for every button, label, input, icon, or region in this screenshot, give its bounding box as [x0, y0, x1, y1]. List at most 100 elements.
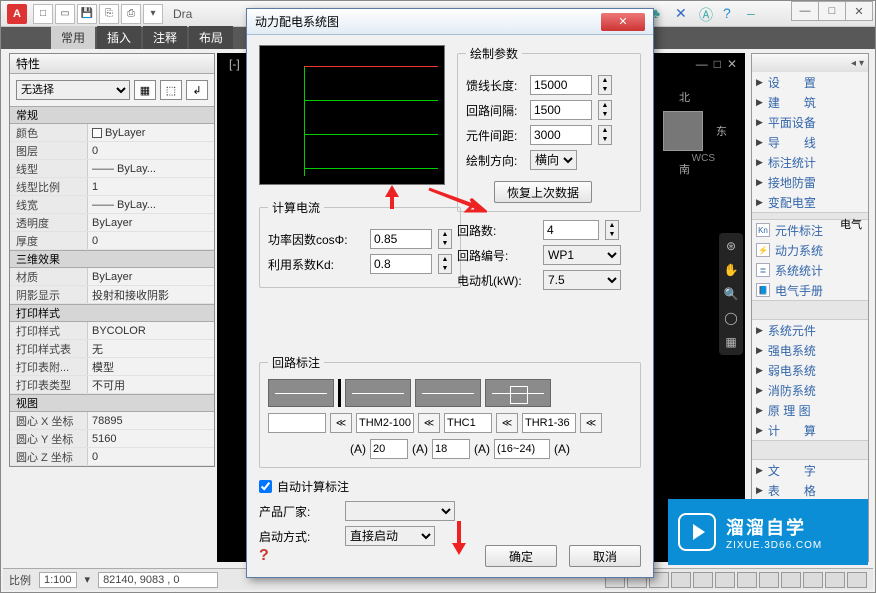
prev-button[interactable]: ≪: [330, 413, 352, 433]
pan-icon[interactable]: ✋: [722, 261, 740, 279]
qat-open-icon[interactable]: ▭: [55, 4, 75, 24]
minimize-help-icon[interactable]: –: [747, 5, 765, 23]
spinner-icon[interactable]: ▲▼: [598, 75, 612, 95]
section-3d[interactable]: 三维效果: [10, 250, 214, 268]
tool-item[interactable]: ▶强电系统: [752, 340, 868, 360]
qat-saveas-icon[interactable]: ⎘: [99, 4, 119, 24]
sc-toggle[interactable]: [803, 572, 823, 588]
misc-toggle[interactable]: [847, 572, 867, 588]
loop-gap-input[interactable]: [530, 100, 592, 120]
ok-button[interactable]: 确定: [485, 545, 557, 567]
maximize-button[interactable]: □: [818, 1, 846, 21]
section-view[interactable]: 视图: [10, 394, 214, 412]
symbol-relay-icon[interactable]: [485, 379, 551, 407]
tool-item[interactable]: ⚡动力系统: [752, 240, 868, 260]
prev-button[interactable]: ≪: [496, 413, 518, 433]
prop-pstyletbl-value[interactable]: 无: [88, 340, 214, 357]
qat-save-icon[interactable]: 💾: [77, 4, 97, 24]
loop-count-input[interactable]: [543, 220, 599, 240]
prop-material-value[interactable]: ByLayer: [88, 268, 214, 285]
chevron-down-icon[interactable]: ▾: [85, 573, 91, 586]
dialog-help-icon[interactable]: ?: [259, 547, 269, 565]
draw-dir-select[interactable]: 横向: [530, 150, 577, 170]
dyn-toggle[interactable]: [737, 572, 757, 588]
tool-item[interactable]: ▶系统元件: [752, 320, 868, 340]
help-icon[interactable]: ?: [723, 5, 741, 23]
spinner-icon[interactable]: ▲▼: [598, 100, 612, 120]
feeder-len-input[interactable]: [530, 75, 592, 95]
prop-pstyleatt-value[interactable]: 模型: [88, 358, 214, 375]
wheel-icon[interactable]: ⊛: [722, 237, 740, 255]
tool-item[interactable]: ▶计 算: [752, 420, 868, 440]
prop-cx-value[interactable]: 78895: [88, 412, 214, 429]
osnap-toggle[interactable]: [693, 572, 713, 588]
prop-trans-value[interactable]: ByLayer: [88, 214, 214, 231]
tool-item[interactable]: ▶建 筑: [752, 92, 868, 112]
tool-group-label[interactable]: 电气: [752, 212, 868, 220]
tool-item[interactable]: ▶消防系统: [752, 380, 868, 400]
tool-item[interactable]: Kn元件标注: [752, 220, 840, 240]
annot-field-1[interactable]: [268, 413, 326, 433]
tool-item[interactable]: ▶接地防雷: [752, 172, 868, 192]
cancel-button[interactable]: 取消: [569, 545, 641, 567]
prev-button[interactable]: ≪: [418, 413, 440, 433]
viewcube-south[interactable]: 南: [679, 161, 690, 177]
pickadd-icon[interactable]: ↲: [186, 80, 208, 100]
prop-shadow-value[interactable]: 投射和接收阴影: [88, 286, 214, 303]
annot-field-2[interactable]: [356, 413, 414, 433]
tool-item[interactable]: ≣系统统计: [752, 260, 868, 280]
orbit-icon[interactable]: ◯: [722, 309, 740, 327]
annot-amp-2[interactable]: [432, 439, 470, 459]
otrack-toggle[interactable]: [715, 572, 735, 588]
kd-input[interactable]: [370, 254, 432, 274]
symbol-isolator-icon[interactable]: [268, 379, 334, 407]
viewcube-north[interactable]: 北: [679, 89, 690, 105]
qp-toggle[interactable]: [781, 572, 801, 588]
spinner-icon[interactable]: ▲▼: [598, 125, 612, 145]
prop-linetype-value[interactable]: —— ByLay...: [88, 160, 214, 177]
exchange-icon[interactable]: ✕: [675, 5, 693, 23]
prop-cz-value[interactable]: 0: [88, 448, 214, 465]
annot-amp-3[interactable]: [494, 439, 550, 459]
tool-item[interactable]: ▶标注统计: [752, 152, 868, 172]
scale-value[interactable]: 1:100: [39, 572, 77, 588]
elem-gap-input[interactable]: [530, 125, 592, 145]
tab-common[interactable]: 常用: [51, 26, 95, 49]
selection-combo[interactable]: 无选择: [16, 80, 130, 100]
tool-item[interactable]: ▶平面设备: [752, 112, 868, 132]
select-icon[interactable]: ⬚: [160, 80, 182, 100]
pf-input[interactable]: [370, 229, 432, 249]
prop-cy-value[interactable]: 5160: [88, 430, 214, 447]
viewcube-east[interactable]: 东: [716, 123, 727, 139]
dialog-close-button[interactable]: ✕: [601, 13, 645, 31]
loop-no-select[interactable]: WP1: [543, 245, 621, 265]
doc-max-icon[interactable]: □: [714, 57, 721, 71]
tool-item[interactable]: ▶原 理 图: [752, 400, 868, 420]
doc-close-icon[interactable]: ✕: [727, 57, 737, 71]
minimize-button[interactable]: —: [791, 1, 819, 21]
qat-new-icon[interactable]: □: [33, 4, 53, 24]
prop-ltscale-value[interactable]: 1: [88, 178, 214, 195]
tool-item[interactable]: ▶导 线: [752, 132, 868, 152]
app-logo[interactable]: A: [7, 4, 27, 24]
restore-button[interactable]: 恢复上次数据: [494, 181, 592, 203]
prop-pstyletype-value[interactable]: 不可用: [88, 376, 214, 393]
palette-hide-icon[interactable]: ◂: [851, 58, 856, 69]
annot-amp-1[interactable]: [370, 439, 408, 459]
autodesk-icon[interactable]: Ⓐ: [699, 5, 717, 23]
viewport-label[interactable]: [-]: [229, 57, 240, 71]
spinner-icon[interactable]: ▲▼: [605, 220, 619, 240]
tool-item[interactable]: ▶变配电室: [752, 192, 868, 212]
showmotion-icon[interactable]: ▦: [722, 333, 740, 351]
tool-item[interactable]: ▶文 字: [752, 460, 868, 480]
symbol-contactor-icon[interactable]: [415, 379, 481, 407]
tab-annotate[interactable]: 注释: [143, 26, 187, 49]
prop-pstyle-value[interactable]: BYCOLOR: [88, 322, 214, 339]
prop-layer-value[interactable]: 0: [88, 142, 214, 159]
qat-more-icon[interactable]: ▾: [143, 4, 163, 24]
manufacturer-select[interactable]: [345, 501, 455, 521]
prev-button[interactable]: ≪: [580, 413, 602, 433]
tool-item[interactable]: ▶设 置: [752, 72, 868, 92]
polar-toggle[interactable]: [671, 572, 691, 588]
quickselect-icon[interactable]: ▦: [134, 80, 156, 100]
